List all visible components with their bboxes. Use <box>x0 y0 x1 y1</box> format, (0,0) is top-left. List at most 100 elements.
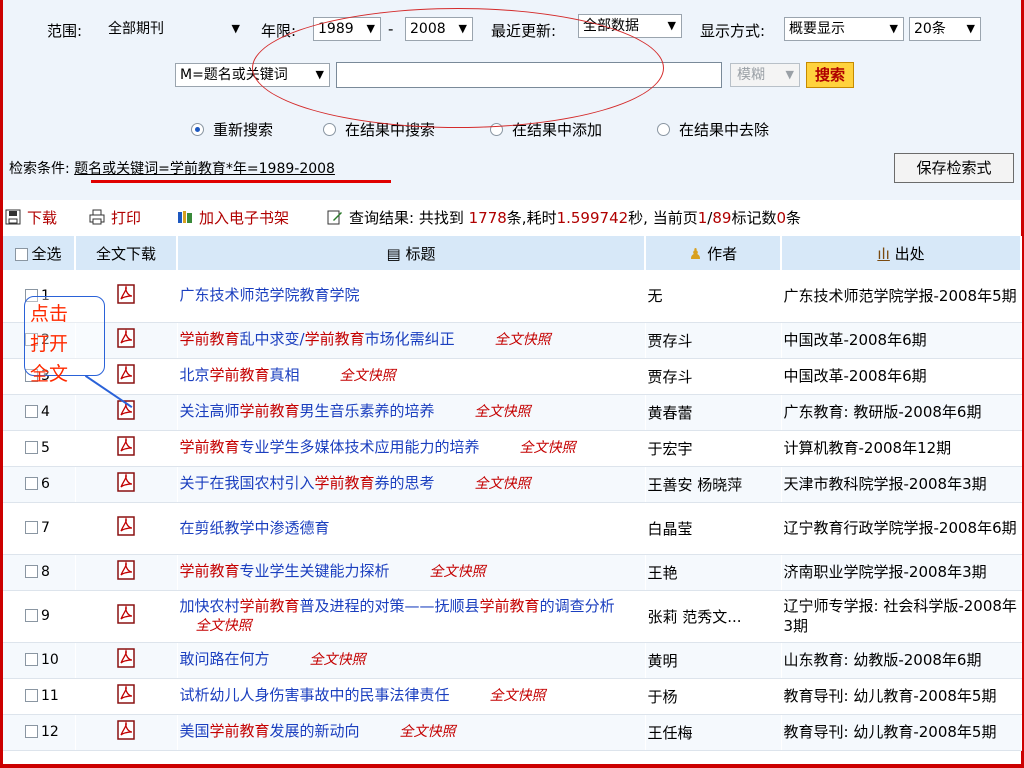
article-title-cell[interactable]: 关于在我国农村引入学前教育券的思考 全文快照 <box>177 466 646 503</box>
source-cell[interactable]: 广东教育: 教研版-2008年6期 <box>781 394 1022 431</box>
checkbox-icon[interactable] <box>25 521 38 534</box>
source-cell[interactable]: 广东技术师范学院学报-2008年5期 <box>781 270 1022 323</box>
row-number: 6 <box>41 476 50 492</box>
article-title-cell[interactable]: 学前教育专业学生关键能力探析 全文快照 <box>177 554 646 591</box>
author-cell[interactable]: 黄明 <box>645 642 782 679</box>
pdf-download-icon[interactable] <box>117 684 135 704</box>
row-number: 5 <box>41 440 50 456</box>
row-select-cell[interactable]: 7 <box>3 502 76 555</box>
checkbox-icon <box>15 247 29 261</box>
fulltext-snapshot-link[interactable]: 全文快照 <box>495 332 551 348</box>
pdf-download-icon[interactable] <box>117 328 135 348</box>
pdf-download-icon[interactable] <box>117 436 135 456</box>
search-button[interactable]: 搜索 <box>806 62 854 88</box>
checkbox-icon[interactable] <box>25 725 38 738</box>
row-select-cell[interactable]: 9 <box>3 590 76 643</box>
download-button[interactable]: 下载 <box>5 207 57 228</box>
pdf-download-icon[interactable] <box>117 720 135 740</box>
checkbox-icon[interactable] <box>25 689 38 702</box>
pdf-download-icon[interactable] <box>117 648 135 668</box>
author-cell[interactable]: 于宏宇 <box>645 430 782 467</box>
checkbox-icon[interactable] <box>25 609 38 622</box>
source-header[interactable]: ılı 出处 <box>781 236 1022 270</box>
article-title-cell[interactable]: 学前教育乱中求变/学前教育市场化需纠正 全文快照 <box>177 322 646 359</box>
row-select-cell[interactable]: 6 <box>3 466 76 503</box>
select-all-header[interactable]: 全选 <box>3 236 76 270</box>
title-keyword: 学前教育 <box>239 402 300 420</box>
fulltext-snapshot-link[interactable]: 全文快照 <box>340 368 396 384</box>
table-row: 12 美国学前教育发展的新动向 全文快照 王任梅 教育导刊: 幼儿教育-2008年5期 <box>3 714 1022 751</box>
condition-value[interactable]: 题名或关键词=学前教育*年=1989-2008 <box>74 161 335 177</box>
row-select-cell[interactable]: 8 <box>3 554 76 591</box>
checkbox-icon[interactable] <box>25 405 38 418</box>
result-summary: 查询结果: 共找到 1778条,耗时1.599742秒, 当前页1/89标记数0… <box>327 207 801 228</box>
source-cell[interactable]: 计算机教育-2008年12期 <box>781 430 1022 467</box>
source-cell[interactable]: 中国改革-2008年6期 <box>781 322 1022 359</box>
checkbox-icon[interactable] <box>25 565 38 578</box>
article-title-cell[interactable]: 关注高师学前教育男生音乐素养的培养 全文快照 <box>177 394 646 431</box>
pdf-download-icon[interactable] <box>117 364 135 384</box>
article-title-cell[interactable]: 北京学前教育真相 全文快照 <box>177 358 646 395</box>
fulltext-snapshot-link[interactable]: 全文快照 <box>430 564 486 580</box>
print-button[interactable]: 打印 <box>89 207 141 228</box>
source-cell[interactable]: 辽宁师专学报: 社会科学版-2008年3期 <box>781 590 1022 643</box>
author-cell[interactable]: 王艳 <box>645 554 782 591</box>
title-header[interactable]: ▤ 标题 <box>177 236 646 270</box>
article-title-cell[interactable]: 在剪纸教学中渗透德育 <box>177 502 646 555</box>
author-cell[interactable]: 无 <box>645 270 782 323</box>
author-cell[interactable]: 张莉 范秀文... <box>645 590 782 643</box>
pdf-download-icon[interactable] <box>117 472 135 492</box>
row-select-cell[interactable]: 5 <box>3 430 76 467</box>
article-title-cell[interactable]: 试析幼儿人身伤害事故中的民事法律责任 全文快照 <box>177 678 646 715</box>
author-cell[interactable]: 黄春蕾 <box>645 394 782 431</box>
article-title-cell[interactable]: 美国学前教育发展的新动向 全文快照 <box>177 714 646 751</box>
article-title-cell[interactable]: 敢问路在何方 全文快照 <box>177 642 646 679</box>
fulltext-download-cell <box>75 714 178 751</box>
source-cell[interactable]: 教育导刊: 幼儿教育-2008年5期 <box>781 678 1022 715</box>
highlight-oval <box>252 8 664 128</box>
pdf-download-icon[interactable] <box>117 560 135 580</box>
fulltext-snapshot-link[interactable]: 全文快照 <box>196 618 252 634</box>
checkbox-icon[interactable] <box>25 477 38 490</box>
author-cell[interactable]: 王任梅 <box>645 714 782 751</box>
article-title-cell[interactable]: 学前教育专业学生多媒体技术应用能力的培养 全文快照 <box>177 430 646 467</box>
source-cell[interactable]: 天津市教科院学报-2008年3期 <box>781 466 1022 503</box>
checkbox-icon[interactable] <box>25 441 38 454</box>
author-cell[interactable]: 贾存斗 <box>645 358 782 395</box>
source-cell[interactable]: 辽宁教育行政学院学报-2008年6期 <box>781 502 1022 555</box>
fulltext-snapshot-link[interactable]: 全文快照 <box>400 724 456 740</box>
author-cell[interactable]: 王善安 杨晓萍 <box>645 466 782 503</box>
author-header[interactable]: ♟ 作者 <box>645 236 782 270</box>
save-search-button[interactable]: 保存检索式 <box>894 153 1014 183</box>
row-select-cell[interactable]: 10 <box>3 642 76 679</box>
display-select[interactable]: 概要显示 ▼ <box>784 17 904 41</box>
fulltext-snapshot-link[interactable]: 全文快照 <box>475 476 531 492</box>
pdf-download-icon[interactable] <box>117 284 135 304</box>
fulltext-snapshot-link[interactable]: 全文快照 <box>520 440 576 456</box>
scope-select[interactable]: 全部期刊 ▼ <box>103 17 246 41</box>
fulltext-snapshot-link[interactable]: 全文快照 <box>310 652 366 668</box>
source-cell[interactable]: 中国改革-2008年6期 <box>781 358 1022 395</box>
fulltext-snapshot-link[interactable]: 全文快照 <box>490 688 546 704</box>
checkbox-icon[interactable] <box>25 653 38 666</box>
row-select-cell[interactable]: 4 <box>3 394 76 431</box>
pdf-download-icon[interactable] <box>117 604 135 624</box>
author-cell[interactable]: 白晶莹 <box>645 502 782 555</box>
pdf-download-icon[interactable] <box>117 516 135 536</box>
radio-remove-from-results[interactable]: 在结果中去除 <box>657 119 769 140</box>
match-select[interactable]: 模糊 ▼ <box>730 63 800 87</box>
source-cell[interactable]: 山东教育: 幼教版-2008年6期 <box>781 642 1022 679</box>
row-select-cell[interactable]: 12 <box>3 714 76 751</box>
author-cell[interactable]: 于杨 <box>645 678 782 715</box>
radio-new-search[interactable]: 重新搜索 <box>191 119 273 140</box>
article-title-cell[interactable]: 广东技术师范学院教育学院 <box>177 270 646 323</box>
source-cell[interactable]: 教育导刊: 幼儿教育-2008年5期 <box>781 714 1022 751</box>
source-cell[interactable]: 济南职业学院学报-2008年3期 <box>781 554 1022 591</box>
fulltext-snapshot-link[interactable]: 全文快照 <box>475 404 531 420</box>
count-select[interactable]: 20条 ▼ <box>909 17 981 41</box>
author-cell[interactable]: 贾存斗 <box>645 322 782 359</box>
article-title-cell[interactable]: 加快农村学前教育普及进程的对策——抚顺县学前教育的调查分析全文快照 <box>177 590 646 643</box>
add-bookshelf-button[interactable]: 加入电子书架 <box>177 207 289 228</box>
title-text: 发展的新动向 <box>269 722 360 740</box>
row-select-cell[interactable]: 11 <box>3 678 76 715</box>
